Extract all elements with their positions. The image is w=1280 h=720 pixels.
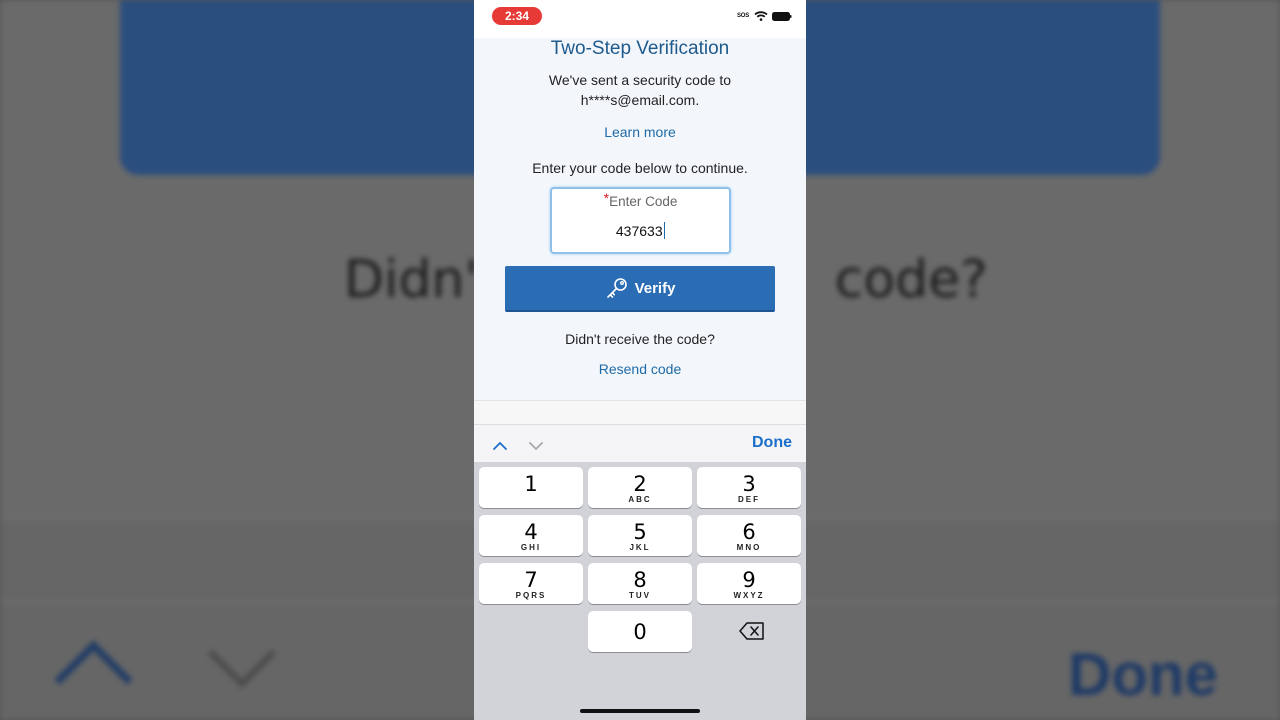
key-4[interactable]: 4 GHI: [479, 515, 583, 556]
key-0[interactable]: 0: [588, 611, 692, 652]
key-letters: PQRS: [515, 591, 547, 600]
key-number: 1: [524, 472, 538, 496]
key-8[interactable]: 8 TUV: [588, 563, 692, 604]
verify-button[interactable]: Verify: [505, 266, 775, 312]
code-label-text: Enter Code: [609, 194, 678, 209]
key-6[interactable]: 6 MNO: [697, 515, 801, 556]
learn-more-link[interactable]: Learn more: [474, 124, 806, 140]
verify-label: Verify: [634, 279, 676, 297]
key-number: 4: [524, 520, 538, 544]
key-number: 2: [633, 472, 647, 496]
key-icon: [606, 278, 627, 298]
numeric-keypad: 1 2 ABC 3 DEF 4 GHI 5 JKL 6 MNO 7 PQRS 8 TUV 9W…: [474, 462, 806, 720]
key-3[interactable]: 3 DEF: [697, 467, 801, 508]
key-9[interactable]: 9 WXYZ: [697, 563, 801, 604]
key-number: 9: [742, 568, 756, 592]
battery-icon: [772, 12, 792, 21]
key-number: 8: [633, 568, 647, 592]
text-cursor: [663, 222, 666, 239]
key-2[interactable]: 2 ABC: [588, 467, 692, 508]
key-letters: GHI: [520, 543, 542, 552]
keyboard-accessory-bar: Done: [474, 424, 806, 463]
key-number: 5: [633, 520, 647, 544]
code-value: 437633: [615, 223, 663, 239]
key-number: 3: [742, 472, 756, 496]
instruction-text: Enter your code below to continue.: [532, 160, 748, 176]
chevron-down-icon[interactable]: [528, 438, 544, 454]
code-input-field[interactable]: *Enter Code 437633: [550, 187, 731, 254]
done-button[interactable]: Done: [752, 434, 792, 452]
sent-message: We've sent a security code to h****s@ema…: [474, 71, 806, 110]
status-time: 2:34: [492, 7, 542, 25]
key-letters: WXYZ: [733, 591, 765, 600]
didnt-receive-text: Didn't receive the code?: [565, 331, 715, 347]
key-letters: TUV: [629, 591, 651, 600]
verification-panel: Two-Step Verification We've sent a secur…: [474, 38, 806, 400]
home-indicator: [580, 709, 700, 713]
key-5[interactable]: 5 JKL: [588, 515, 692, 556]
key-1[interactable]: 1: [479, 467, 583, 508]
wifi-icon: [754, 11, 768, 21]
key-letters: MNO: [736, 543, 762, 552]
key-letters: JKL: [629, 543, 651, 552]
backspace-icon[interactable]: [739, 621, 765, 641]
content-divider: [474, 400, 806, 425]
phone-screen: 2:34 SOS Two-Step Verification We've sen…: [474, 0, 806, 720]
code-field-label: *Enter Code: [552, 190, 729, 209]
page-title: Two-Step Verification: [550, 38, 730, 59]
key-number: 6: [742, 520, 756, 544]
background-done-label: Done: [1068, 641, 1218, 708]
key-letters: DEF: [738, 495, 760, 504]
code-value-wrapper[interactable]: 437633: [552, 222, 729, 239]
masked-email: h****s@email.com.: [580, 91, 700, 108]
status-bar: 2:34 SOS: [474, 0, 806, 38]
key-number: 0: [633, 620, 647, 644]
sos-indicator: SOS: [737, 13, 750, 19]
resend-code-link[interactable]: Resend code: [474, 361, 806, 377]
key-7[interactable]: 7 PQRS: [479, 563, 583, 604]
required-marker: *: [603, 190, 610, 206]
chevron-up-icon[interactable]: [492, 438, 508, 454]
sent-message-line1: We've sent a security code to: [548, 72, 732, 88]
key-number: 7: [524, 568, 538, 592]
key-letters: ABC: [628, 495, 652, 504]
